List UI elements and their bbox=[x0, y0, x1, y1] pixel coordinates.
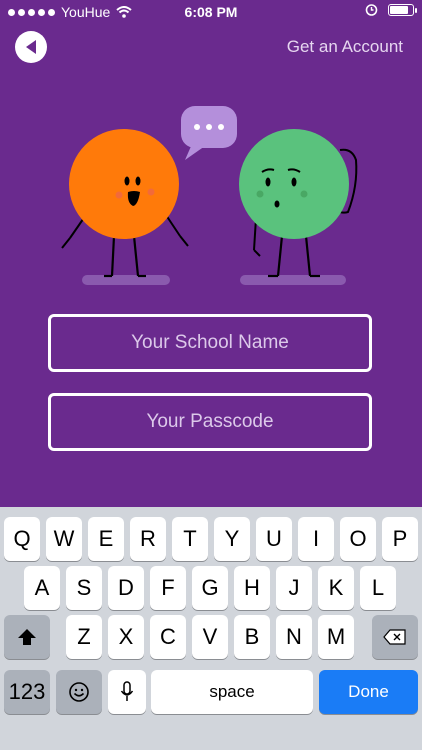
key-done[interactable]: Done bbox=[319, 670, 418, 714]
key-y[interactable]: Y bbox=[214, 517, 250, 561]
passcode-input[interactable] bbox=[51, 410, 369, 434]
key-f[interactable]: F bbox=[150, 566, 186, 610]
key-p[interactable]: P bbox=[382, 517, 418, 561]
get-account-link[interactable]: Get an Account bbox=[287, 37, 403, 57]
key-v[interactable]: V bbox=[192, 615, 228, 659]
key-g[interactable]: G bbox=[192, 566, 228, 610]
key-n[interactable]: N bbox=[276, 615, 312, 659]
key-dictation[interactable] bbox=[108, 670, 146, 714]
key-a[interactable]: A bbox=[24, 566, 60, 610]
key-h[interactable]: H bbox=[234, 566, 270, 610]
key-z[interactable]: Z bbox=[66, 615, 102, 659]
key-m[interactable]: M bbox=[318, 615, 354, 659]
key-j[interactable]: J bbox=[276, 566, 312, 610]
speech-bubble-icon bbox=[181, 106, 237, 160]
orange-shadow bbox=[82, 275, 170, 285]
status-time: 6:08 PM bbox=[184, 4, 238, 20]
key-w[interactable]: W bbox=[46, 517, 82, 561]
key-d[interactable]: D bbox=[108, 566, 144, 610]
key-k[interactable]: K bbox=[318, 566, 354, 610]
shift-icon bbox=[18, 629, 36, 645]
green-shadow bbox=[240, 275, 346, 285]
key-numbers[interactable]: 123 bbox=[4, 670, 50, 714]
key-space[interactable]: space bbox=[151, 670, 313, 714]
key-shift[interactable] bbox=[4, 615, 50, 659]
orange-character bbox=[61, 129, 189, 278]
microphone-icon bbox=[120, 681, 134, 701]
status-bar: YouHue 6:08 PM bbox=[0, 0, 422, 24]
green-character bbox=[239, 129, 358, 278]
back-arrow-icon bbox=[26, 40, 36, 54]
key-r[interactable]: R bbox=[130, 517, 166, 561]
back-button[interactable] bbox=[15, 31, 47, 63]
key-l[interactable]: L bbox=[360, 566, 396, 610]
key-o[interactable]: O bbox=[340, 517, 376, 561]
battery-icon bbox=[388, 3, 417, 16]
passcode-field[interactable] bbox=[48, 393, 372, 451]
key-b[interactable]: B bbox=[234, 615, 270, 659]
key-i[interactable]: I bbox=[298, 517, 334, 561]
key-t[interactable]: T bbox=[172, 517, 208, 561]
key-s[interactable]: S bbox=[66, 566, 102, 610]
key-c[interactable]: C bbox=[150, 615, 186, 659]
emoji-icon bbox=[69, 682, 89, 702]
key-u[interactable]: U bbox=[256, 517, 292, 561]
key-x[interactable]: X bbox=[108, 615, 144, 659]
key-emoji[interactable] bbox=[56, 670, 102, 714]
alarm-icon bbox=[365, 4, 378, 16]
backspace-icon bbox=[383, 629, 406, 645]
school-name-field[interactable] bbox=[48, 314, 372, 372]
key-delete[interactable] bbox=[372, 615, 418, 659]
battery-fill bbox=[390, 5, 408, 14]
keyboard: 123 space Done QWERTYUIOP ASDFGHJKL ZXCVBN… bbox=[0, 507, 422, 750]
key-q[interactable]: Q bbox=[4, 517, 40, 561]
status-right bbox=[365, 3, 417, 16]
school-name-input[interactable] bbox=[51, 331, 369, 355]
characters-illustration bbox=[61, 106, 358, 285]
key-e[interactable]: E bbox=[88, 517, 124, 561]
